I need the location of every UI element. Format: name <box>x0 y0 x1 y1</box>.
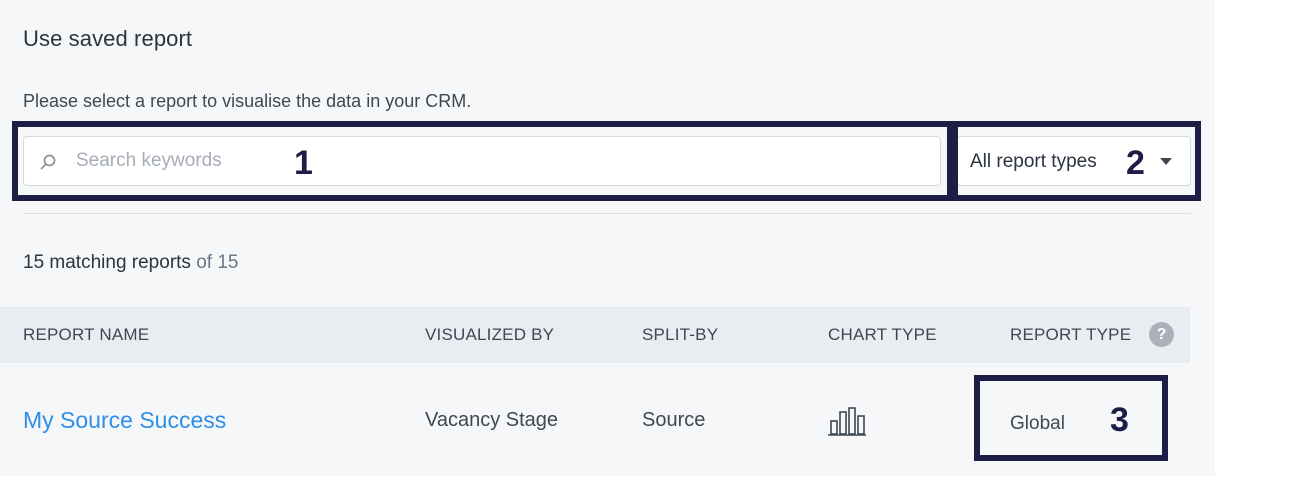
column-header-split-by[interactable]: SPLIT-BY <box>642 325 718 345</box>
annotation-box-3 <box>974 375 1168 461</box>
results-count-label: 15 matching reports <box>23 252 191 273</box>
annotation-box-1 <box>12 121 953 201</box>
report-name-link[interactable]: My Source Success <box>23 407 226 434</box>
column-header-chart-type[interactable]: CHART TYPE <box>828 325 937 345</box>
page-description: Please select a report to visualise the … <box>23 91 472 111</box>
column-header-report-name[interactable]: REPORT NAME <box>23 325 149 345</box>
annotation-number-3: 3 <box>1110 401 1129 439</box>
results-total-label: of 15 <box>196 252 239 273</box>
table-header: REPORT NAME VISUALIZED BY SPLIT-BY CHART… <box>0 307 1190 363</box>
column-header-report-type[interactable]: REPORT TYPE <box>1010 325 1131 345</box>
divider <box>23 213 1191 214</box>
bar-chart-icon <box>828 407 866 436</box>
results-count: 15 matching reports of 15 <box>23 252 238 274</box>
column-header-visualized-by[interactable]: VISUALIZED BY <box>425 325 554 345</box>
annotation-box-2 <box>952 121 1201 201</box>
page-title: Use saved report <box>23 26 193 51</box>
split-by-cell: Source <box>642 409 706 431</box>
visualized-by-cell: Vacancy Stage <box>425 409 559 431</box>
annotation-number-2: 2 <box>1126 144 1145 182</box>
help-icon[interactable]: ? <box>1149 322 1174 347</box>
annotation-number-1: 1 <box>294 144 313 182</box>
